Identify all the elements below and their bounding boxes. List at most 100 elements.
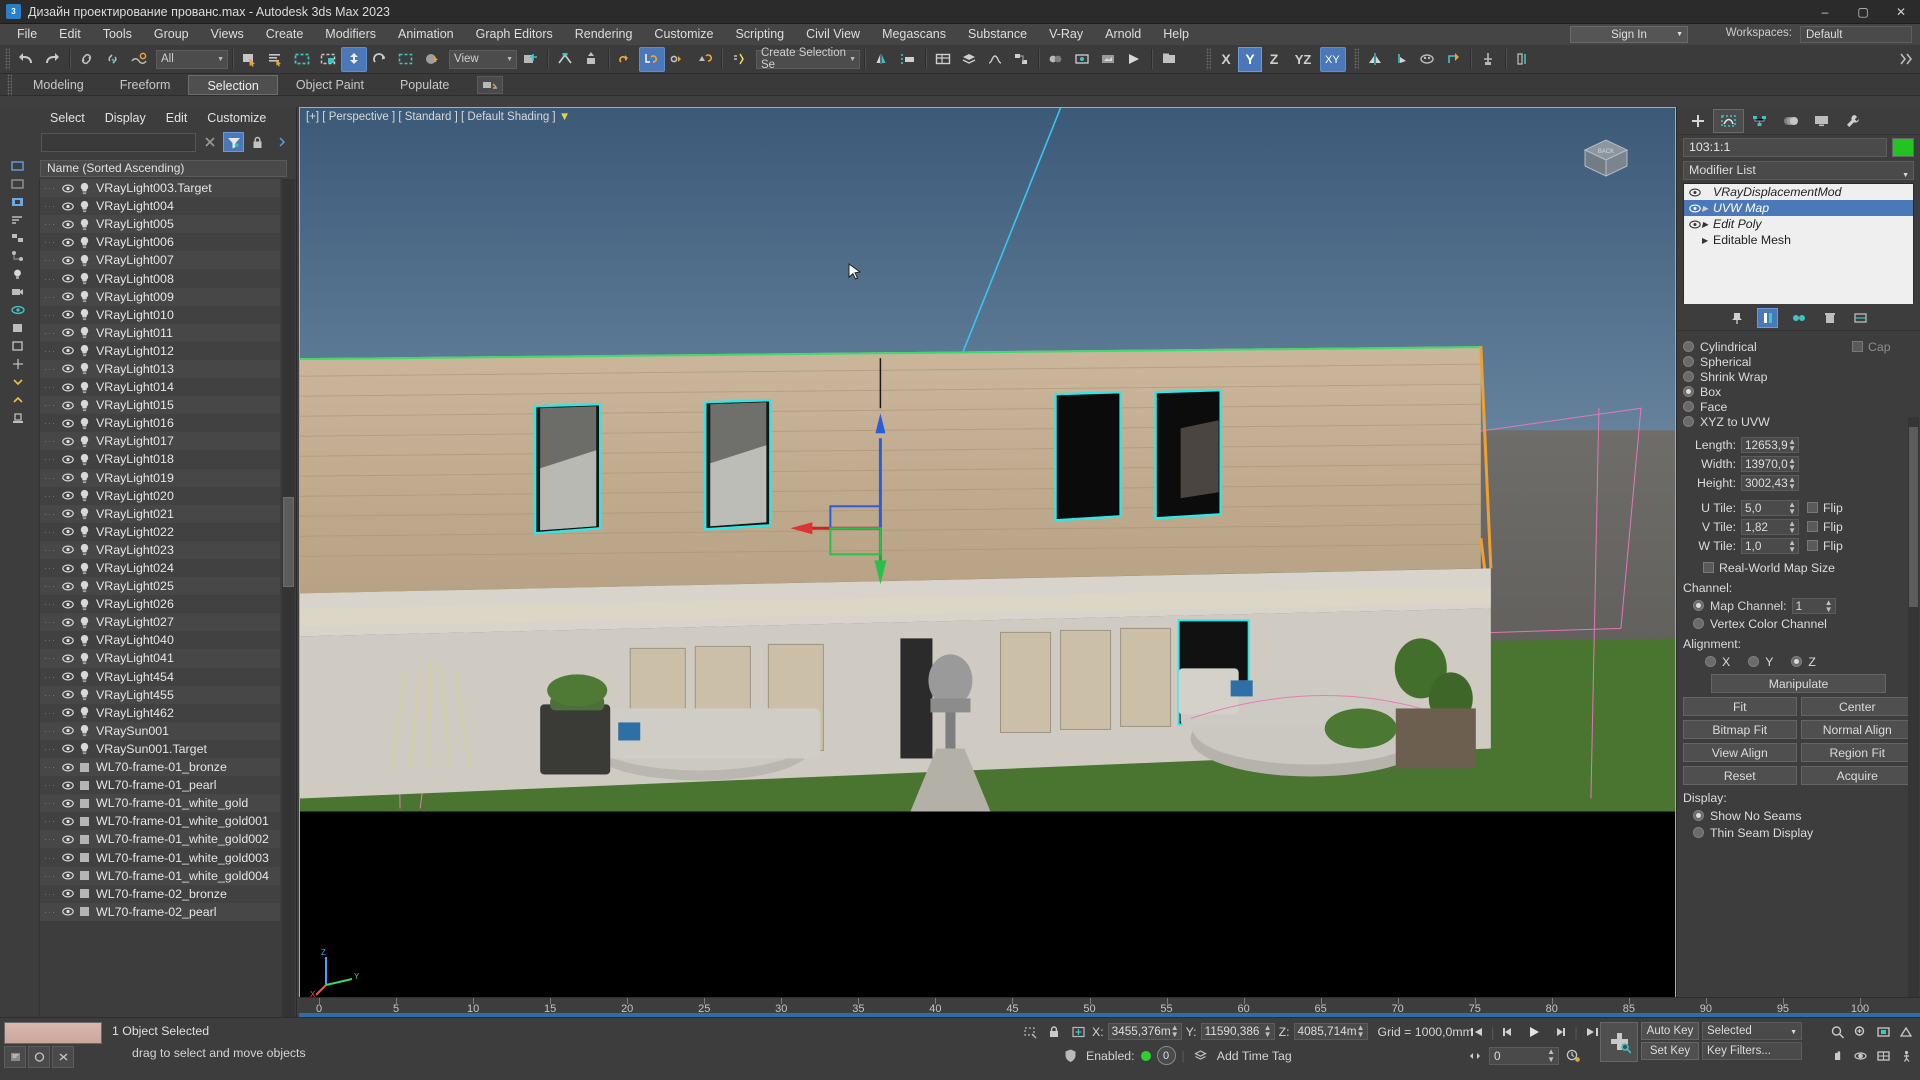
named-selection-paste-icon[interactable] (639, 47, 665, 72)
eye-icon[interactable] (60, 853, 76, 862)
lock-icon[interactable] (247, 132, 268, 152)
eye-icon[interactable] (60, 835, 76, 844)
reference-coordinate-dropdown[interactable]: View ▼ (449, 50, 517, 69)
scene-explorer-row[interactable]: ···VRayLight003.Target (40, 179, 280, 197)
normal-align-button[interactable]: Normal Align (1801, 720, 1915, 739)
eye-icon[interactable] (60, 636, 76, 645)
bitmap-fit-button[interactable]: Bitmap Fit (1683, 720, 1797, 739)
show-end-result-icon[interactable] (1757, 308, 1778, 328)
mapping-option-box[interactable]: Box (1683, 384, 1914, 399)
select-by-name-icon[interactable] (263, 47, 289, 72)
expand-all-icon[interactable] (4, 373, 32, 391)
select-invert-icon[interactable] (4, 193, 32, 211)
scene-explorer-row[interactable]: ···VRayLight007 (40, 251, 280, 269)
pin-stack-icon[interactable] (1726, 308, 1747, 328)
rendered-frame-window-icon[interactable] (1095, 47, 1121, 72)
menu-arnold[interactable]: Arnold (1094, 24, 1152, 45)
tab-display[interactable] (1806, 109, 1837, 133)
script-listener-icon[interactable] (4, 1046, 26, 1068)
scene-explorer-row[interactable]: ···VRayLight013 (40, 360, 280, 378)
show-no-seams-row[interactable]: Show No Seams (1683, 808, 1914, 823)
make-unique-icon[interactable] (1788, 308, 1809, 328)
x-coordinate-field[interactable]: 3455,376m ▲▼ (1108, 1023, 1182, 1040)
go-to-start-icon[interactable] (1465, 1022, 1489, 1042)
selection-lock-toggle-icon[interactable] (1020, 1022, 1040, 1041)
maximize-button[interactable]: ▢ (1844, 0, 1882, 24)
mapping-option-face[interactable]: Face (1683, 399, 1914, 414)
eye-icon[interactable] (60, 871, 76, 880)
mirror-axis-icon[interactable] (1362, 47, 1388, 72)
eye-icon[interactable] (60, 509, 76, 518)
width-spinner[interactable]: 13970,0 ▲▼ (1741, 456, 1799, 472)
select-none-icon[interactable] (4, 175, 32, 193)
eye-icon[interactable] (60, 419, 76, 428)
object-name-input[interactable] (1683, 138, 1887, 157)
tab-create[interactable] (1682, 109, 1713, 133)
scene-explorer-row[interactable]: ···WL70-frame-02_bronze (40, 885, 280, 903)
menu-edit[interactable]: Edit (48, 24, 92, 45)
expand-toolbar-icon[interactable] (1894, 47, 1920, 72)
workspace-dropdown[interactable]: Default (1800, 26, 1912, 43)
ribbon-grip[interactable] (7, 74, 12, 96)
time-configuration-icon[interactable] (1563, 1046, 1583, 1065)
scene-explorer-row[interactable]: ···VRayLight026 (40, 595, 280, 613)
rectangular-selection-region-icon[interactable] (289, 47, 315, 72)
angle-snap-toggle-icon[interactable] (578, 47, 604, 72)
mapping-option-cylindrical[interactable]: Cylindrical (1683, 339, 1852, 354)
menu-tools[interactable]: Tools (92, 24, 143, 45)
mapping-option-xyz-to-uvw[interactable]: XYZ to UVW (1683, 414, 1914, 429)
v-flip-checkbox[interactable] (1807, 521, 1818, 532)
toggle-layer-explorer-icon[interactable] (956, 47, 982, 72)
display-children-icon[interactable] (4, 229, 32, 247)
menu-group[interactable]: Group (143, 24, 200, 45)
eye-icon[interactable] (1687, 204, 1702, 213)
mirror-object-icon[interactable] (869, 47, 895, 72)
scene-explorer-row[interactable]: ···VRayLight017 (40, 432, 280, 450)
modifier-list-dropdown[interactable]: Modifier List ▼ (1683, 161, 1914, 180)
eye-icon[interactable] (60, 184, 76, 193)
center-button[interactable]: Center (1801, 697, 1915, 716)
real-world-map-size-row[interactable]: Real-World Map Size (1683, 560, 1914, 575)
place-highlight-icon[interactable] (1510, 47, 1536, 72)
modifier-stack-item[interactable]: ▶ Edit Poly (1684, 216, 1913, 232)
maximize-viewport-icon[interactable] (1873, 1046, 1893, 1065)
scene-explorer-row[interactable]: ···VRayLight454 (40, 668, 280, 686)
menu-civil-view[interactable]: Civil View (795, 24, 871, 45)
configure-modifier-sets-icon[interactable] (1850, 308, 1871, 328)
axis-constraint-y-button[interactable]: Y (1238, 47, 1262, 72)
scene-explorer-row[interactable]: ···VRayLight014 (40, 378, 280, 396)
camera-filter-icon[interactable] (4, 283, 32, 301)
time-tag-icon[interactable] (1191, 1046, 1211, 1065)
thin-seam-display-row[interactable]: Thin Seam Display (1683, 825, 1914, 840)
spinner-arrows-icon[interactable]: ▲▼ (1788, 520, 1796, 534)
clear-status-icon[interactable] (52, 1046, 74, 1068)
cap-checkbox[interactable] (1852, 341, 1863, 352)
align-icon[interactable] (691, 47, 717, 72)
y-coordinate-field[interactable]: 11590,386 ▲▼ (1201, 1023, 1275, 1040)
scene-explorer-row[interactable]: ···WL70-frame-01_bronze (40, 758, 280, 776)
menu-customize[interactable]: Customize (643, 24, 724, 45)
modifier-stack-item-selected[interactable]: ▶ UVW Map (1684, 200, 1913, 216)
scene-explorer-row[interactable]: ···VRayLight016 (40, 414, 280, 432)
pin-stack-icon[interactable] (4, 409, 32, 427)
scene-explorer-row[interactable]: ···VRayLight027 (40, 613, 280, 631)
expand-panel-icon[interactable] (271, 132, 292, 152)
scene-explorer-row[interactable]: ···VRaySun001.Target (40, 740, 280, 758)
auto-key-button[interactable]: Auto Key (1641, 1022, 1699, 1040)
w-tile-spinner[interactable]: 1,0 ▲▼ (1741, 538, 1799, 554)
axis-constraint-x-button[interactable]: X (1214, 47, 1238, 72)
eye-icon[interactable] (60, 618, 76, 627)
acquire-button[interactable]: Acquire (1801, 766, 1915, 785)
scene-explorer-row[interactable]: ···WL70-frame-01_white_gold002 (40, 830, 280, 848)
axis-constraint-xy-icon[interactable]: XY (1320, 47, 1346, 72)
material-editor-icon[interactable] (1043, 47, 1069, 72)
scene-explorer-menu-edit[interactable]: Edit (156, 111, 198, 125)
eye-icon[interactable] (60, 781, 76, 790)
eye-icon[interactable] (60, 455, 76, 464)
material-preview-swatch[interactable] (4, 1022, 102, 1044)
eye-icon[interactable] (60, 545, 76, 554)
u-tile-spinner[interactable]: 5,0 ▲▼ (1741, 500, 1799, 516)
zoom-extents-icon[interactable] (1873, 1022, 1893, 1041)
shape-filter-icon[interactable] (4, 337, 32, 355)
selection-set-dropdown[interactable]: Create Selection Se ▼ (756, 50, 860, 69)
